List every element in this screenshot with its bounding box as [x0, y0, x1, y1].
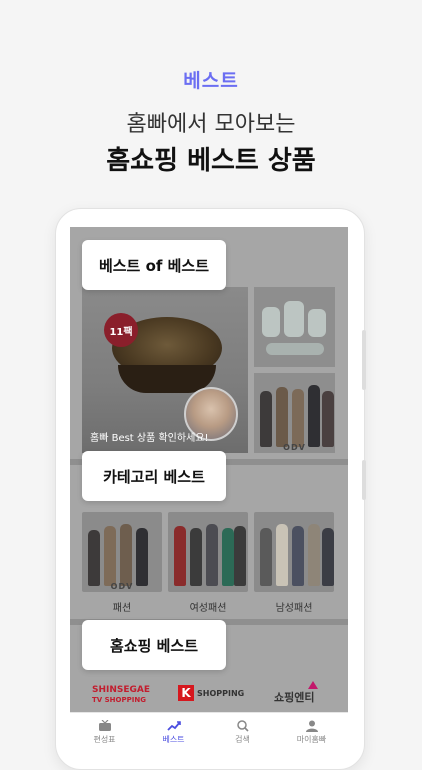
model-figure — [260, 528, 272, 586]
category-label: 여성패션 — [189, 603, 227, 614]
search-icon — [236, 719, 249, 732]
k-shopping-text: SHOPPING — [197, 688, 245, 698]
hero-tag: 베스트 — [183, 70, 239, 92]
tab-label: 베스트 — [162, 734, 185, 744]
phone-side-button — [362, 460, 366, 500]
section-label-best-of-best: 베스트 of 베스트 — [82, 240, 226, 290]
tab-label: 마이홈빠 — [296, 734, 327, 744]
tab-search[interactable]: 검색 — [208, 713, 277, 750]
model-figure — [120, 524, 132, 586]
section-label-homeshopping-best: 홈쇼핑 베스트 — [82, 620, 226, 670]
model-figure — [322, 528, 334, 586]
tab-my-homeppa[interactable]: 마이홈빠 — [277, 713, 346, 750]
tab-best[interactable]: 베스트 — [139, 713, 208, 750]
model-figure — [206, 524, 218, 586]
k-shopping-logo[interactable]: K SHOPPING — [178, 685, 244, 701]
category-card-fashion[interactable]: ODV — [82, 512, 162, 592]
shinsegae-logo-line2: TV SHOPPING — [92, 696, 146, 704]
model-figure — [136, 528, 148, 586]
model-figure — [234, 526, 246, 586]
model-figure — [292, 389, 304, 447]
model-figure — [276, 524, 288, 586]
kettle-image — [262, 307, 280, 337]
app-screen: 11팩 홈빠 Best 상품 확인하세요! ODV 베스트 of 베스트 카테고… — [70, 227, 348, 750]
user-icon — [305, 720, 318, 732]
brand-label: ODV — [110, 582, 134, 591]
kettle-image — [284, 301, 304, 337]
model-figure — [174, 526, 186, 586]
tab-label: 편성표 — [93, 734, 116, 744]
phone-side-button — [362, 330, 366, 390]
kettle-image — [266, 343, 324, 355]
model-figure — [104, 526, 116, 586]
model-figure — [292, 526, 304, 586]
shopping-n-logo[interactable]: 쇼핑엔티 — [274, 681, 318, 705]
shinsegae-logo[interactable]: SHINSEGAE TV SHOPPING — [92, 685, 150, 705]
shinsegae-logo-line1: SHINSEGAE — [92, 685, 151, 695]
section-label-category-best: 카테고리 베스트 — [82, 451, 226, 501]
category-card-womens-fashion[interactable] — [168, 512, 248, 592]
model-figure — [322, 391, 334, 447]
featured-caption: 홈빠 Best 상품 확인하세요! — [90, 433, 209, 444]
category-label: 남성패션 — [275, 603, 313, 614]
category-card-mens-fashion[interactable] — [254, 512, 334, 592]
bottom-tab-bar: 편성표 베스트 검색 마이홈빠 — [70, 712, 348, 750]
shopping-n-mark-icon — [308, 681, 318, 689]
featured-card[interactable]: 11팩 홈빠 Best 상품 확인하세요! — [82, 287, 248, 453]
tab-schedule[interactable]: 편성표 — [70, 713, 139, 750]
model-figure — [276, 387, 288, 447]
model-figure — [260, 391, 272, 447]
brand-label: ODV — [283, 443, 306, 452]
thumb-kitchenware[interactable] — [254, 287, 335, 367]
trending-icon — [166, 720, 181, 731]
model-figure — [190, 528, 202, 586]
tv-icon — [98, 719, 111, 731]
model-figure — [308, 524, 320, 586]
hero-title: 홈쇼핑 베스트 상품 — [106, 146, 316, 176]
thumb-fashion[interactable]: ODV — [254, 373, 335, 453]
model-figure — [222, 528, 234, 586]
model-figure — [88, 530, 100, 586]
tab-label: 검색 — [235, 734, 250, 744]
shopping-n-text: 쇼핑엔티 — [274, 691, 315, 704]
category-label: 패션 — [112, 603, 132, 614]
kettle-image — [308, 309, 326, 337]
hero-subtitle: 홈빠에서 모아보는 — [126, 112, 296, 137]
k-mark-icon: K — [178, 685, 194, 701]
model-figure — [308, 385, 320, 447]
pack-badge: 11팩 — [104, 313, 138, 347]
